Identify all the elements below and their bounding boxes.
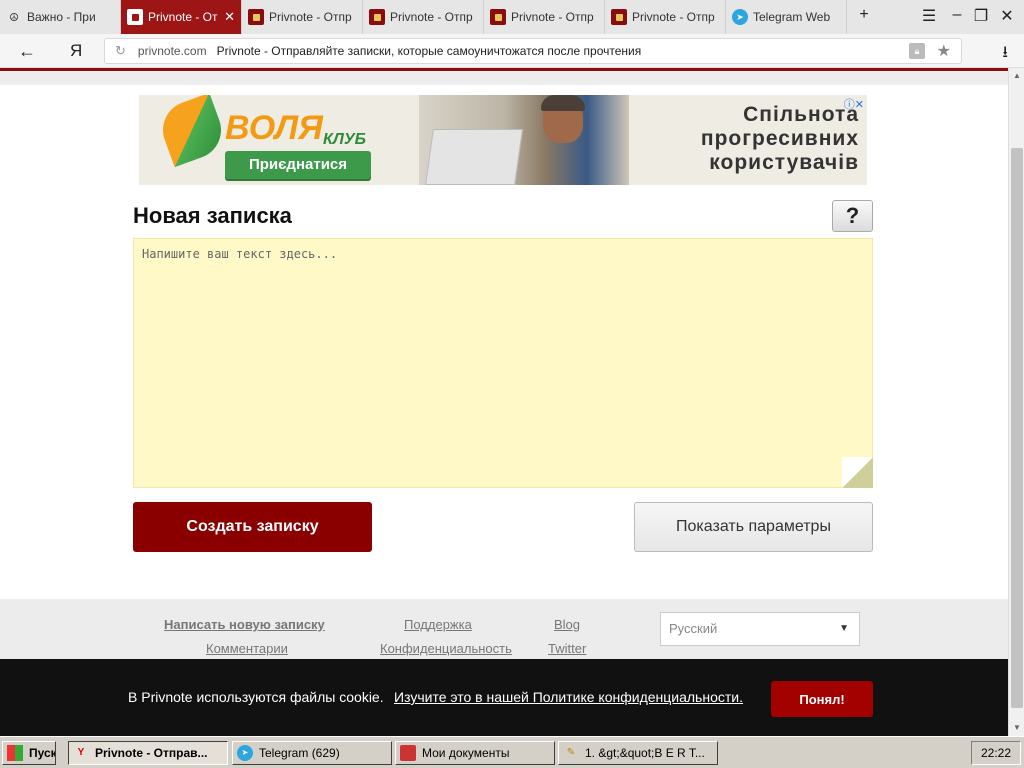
menu-icon[interactable]: ☰ xyxy=(918,6,940,26)
language-value: Русский xyxy=(669,621,718,636)
tab-telegram[interactable]: ➤ Telegram Web xyxy=(726,0,847,34)
tab-title: Privnote - Отпр xyxy=(269,10,352,24)
url-page-title: Privnote - Отправляйте записки, которые … xyxy=(216,44,642,58)
footer-link-twitter[interactable]: Twitter xyxy=(548,641,586,656)
document-icon: ✎ xyxy=(566,747,576,758)
taskbar: Пуск Y Privnote - Отправ... ➤ Telegram (… xyxy=(0,736,1024,768)
scroll-down-icon[interactable]: ▼ xyxy=(1009,720,1024,736)
create-note-button[interactable]: Создать записку xyxy=(133,502,372,552)
footer-link-comments[interactable]: Комментарии xyxy=(206,641,288,656)
resize-handle-icon[interactable] xyxy=(842,457,873,488)
chevron-down-icon: ▼ xyxy=(839,623,849,634)
new-tab-button[interactable]: + xyxy=(853,6,875,24)
tab-title: Telegram Web xyxy=(753,10,831,24)
clock: 22:22 xyxy=(971,741,1021,765)
tab-title: Важно - При xyxy=(27,10,96,24)
help-button[interactable]: ? xyxy=(832,200,873,232)
tab-title: Privnote - Отпр xyxy=(390,10,473,24)
tab-bar: ☮ Важно - При Privnote - От ✕ Privnote -… xyxy=(0,0,1024,34)
taskbar-item-telegram[interactable]: ➤ Telegram (629) xyxy=(232,741,392,765)
page-title: Новая записка xyxy=(133,203,292,228)
privnote-icon xyxy=(611,9,627,25)
cookie-banner: В Privnote используются файлы cookie. Из… xyxy=(0,659,1008,736)
taskbar-item-label: Telegram (629) xyxy=(259,746,340,760)
tab-privnote-5[interactable]: Privnote - Отпр xyxy=(605,0,726,34)
show-options-button[interactable]: Показать параметры xyxy=(634,502,873,552)
address-bar: ← Я ↻ privnote.com Privnote - Отправляйт… xyxy=(0,34,1024,68)
ad-brand: ВОЛЯ xyxy=(225,109,323,147)
start-button[interactable]: Пуск xyxy=(2,741,56,765)
footer: Написать новую записку Поддержка Blog Ко… xyxy=(0,599,1008,659)
privnote-icon xyxy=(369,9,385,25)
close-window-icon[interactable]: ✕ xyxy=(996,6,1018,26)
download-icon[interactable]: ⭳ xyxy=(1002,41,1008,68)
ad-slogan-line: користувачів xyxy=(709,151,859,174)
taskbar-item-label: Privnote - Отправ... xyxy=(95,746,208,760)
telegram-icon: ➤ xyxy=(732,9,748,25)
tab-title: Privnote - Отпр xyxy=(511,10,594,24)
tab-vazhno[interactable]: ☮ Важно - При xyxy=(0,0,121,34)
yandex-logo[interactable]: Я xyxy=(70,41,82,61)
peace-icon: ☮ xyxy=(9,11,19,24)
cookie-policy-link[interactable]: Изучите это в нашей Политике конфиденциа… xyxy=(394,689,743,705)
ad-slogan-line: Спільнота xyxy=(743,103,859,126)
yandex-icon: Y xyxy=(77,747,85,758)
footer-link-blog[interactable]: Blog xyxy=(554,617,580,632)
laptop-image xyxy=(425,129,523,185)
ad-photo xyxy=(419,95,629,185)
page-scrollbar[interactable]: ▲ ▼ xyxy=(1008,68,1024,736)
privnote-icon xyxy=(248,9,264,25)
header-strip xyxy=(0,71,1008,85)
scroll-up-icon[interactable]: ▲ xyxy=(1009,68,1024,84)
footer-link-privacy[interactable]: Конфиденциальность xyxy=(380,641,512,656)
taskbar-item-label: 1. &gt;&quot;B E R T... xyxy=(585,746,705,760)
tab-privnote-active[interactable]: Privnote - От ✕ xyxy=(121,0,242,34)
ad-club: КЛУБ xyxy=(323,131,366,148)
taskbar-item-label: Мои документы xyxy=(422,746,510,760)
minimize-icon[interactable]: ‒ xyxy=(946,6,968,24)
restore-icon[interactable]: ❐ xyxy=(970,6,992,26)
reload-icon[interactable]: ↻ xyxy=(115,43,126,59)
language-select[interactable]: Русский ▼ xyxy=(660,612,860,646)
start-label: Пуск xyxy=(29,746,56,760)
ad-join-button[interactable]: Приєднатися xyxy=(225,151,371,179)
telegram-icon: ➤ xyxy=(237,745,253,761)
tab-privnote-4[interactable]: Privnote - Отпр xyxy=(484,0,605,34)
privnote-icon xyxy=(490,9,506,25)
back-icon[interactable]: ← xyxy=(18,41,36,62)
ad-slogan: Спільнота прогресивних користувачів xyxy=(669,103,859,175)
hat-image xyxy=(541,95,585,111)
taskbar-item-documents[interactable]: Мои документы xyxy=(395,741,555,765)
close-icon[interactable]: ✕ xyxy=(224,9,235,25)
ad-banner[interactable]: ВОЛЯ КЛУБ Приєднатися Спільнота прогреси… xyxy=(139,95,867,185)
cookie-text: В Privnote используются файлы cookie. xyxy=(128,689,384,705)
privnote-icon xyxy=(127,9,143,25)
tab-privnote-2[interactable]: Privnote - Отпр xyxy=(242,0,363,34)
bookmark-star-icon[interactable]: ★ xyxy=(937,41,951,61)
taskbar-item-document[interactable]: ✎ 1. &gt;&quot;B E R T... xyxy=(558,741,718,765)
lock-icon[interactable]: 🔒︎ xyxy=(909,43,925,59)
cookie-accept-button[interactable]: Понял! xyxy=(771,681,873,717)
tab-title: Privnote - От xyxy=(148,10,218,24)
windows-logo-icon xyxy=(7,745,23,761)
footer-link-new-note[interactable]: Написать новую записку xyxy=(164,617,325,632)
url-field[interactable]: ↻ privnote.com Privnote - Отправляйте за… xyxy=(104,38,962,64)
scroll-thumb[interactable] xyxy=(1011,148,1023,708)
tab-privnote-3[interactable]: Privnote - Отпр xyxy=(363,0,484,34)
footer-link-support[interactable]: Поддержка xyxy=(404,617,472,632)
ad-choices-icon[interactable]: ⓘ✕ xyxy=(844,96,864,112)
web-page: ВОЛЯ КЛУБ Приєднатися Спільнота прогреси… xyxy=(0,68,1008,736)
folder-icon xyxy=(400,745,416,761)
volia-logo-icon xyxy=(154,95,230,168)
ad-slogan-line: прогресивних xyxy=(700,127,859,150)
tab-title: Privnote - Отпр xyxy=(632,10,715,24)
taskbar-item-privnote[interactable]: Y Privnote - Отправ... xyxy=(68,741,228,765)
note-text-input[interactable] xyxy=(133,238,873,488)
url-domain: privnote.com xyxy=(137,44,207,58)
